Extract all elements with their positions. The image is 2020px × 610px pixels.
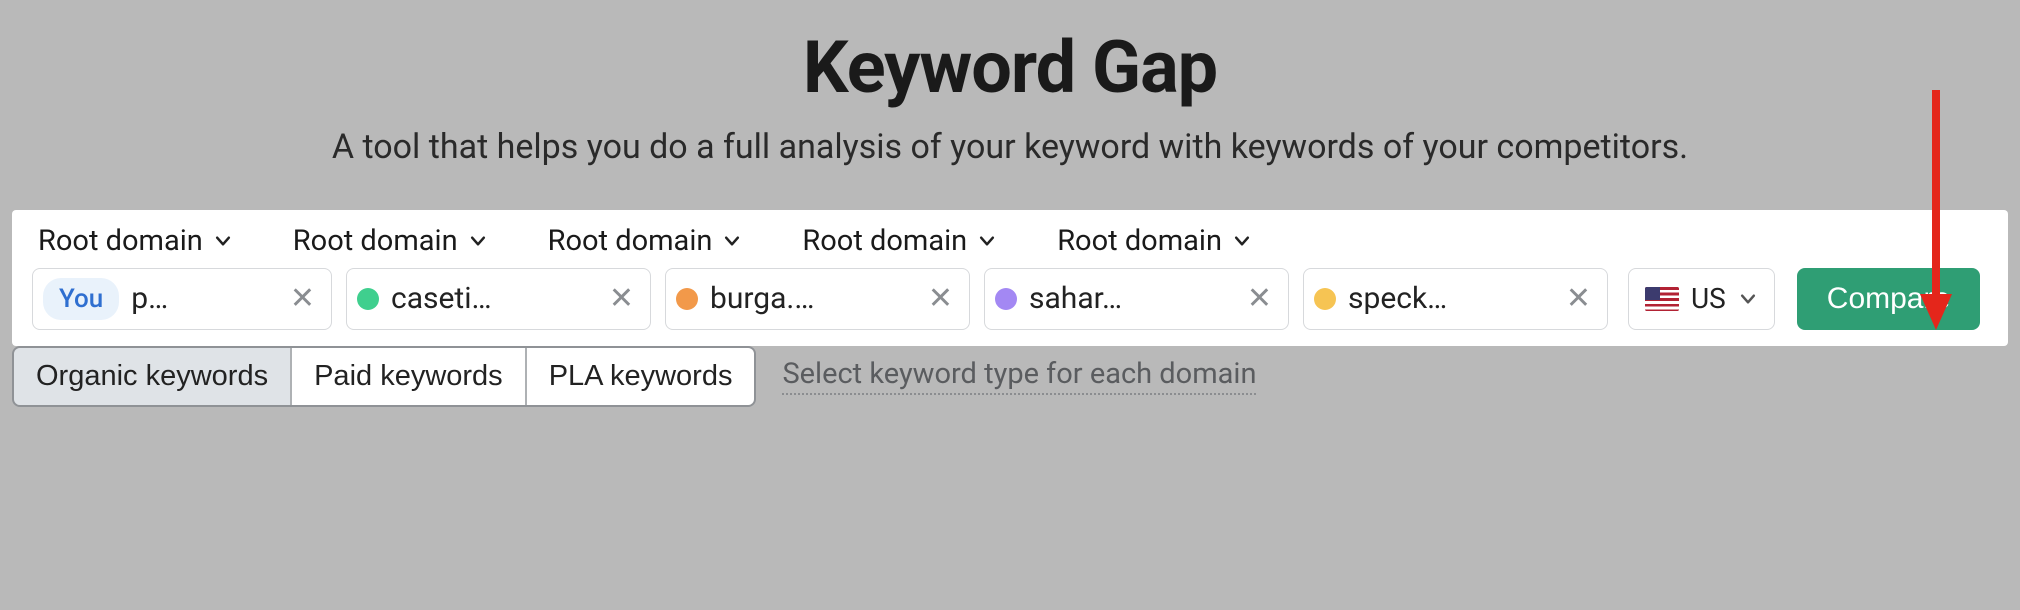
close-icon[interactable]: ✕ [1564,284,1593,314]
country-selector[interactable]: US [1628,268,1775,330]
scope-selector-3[interactable]: Root domain [802,224,997,258]
close-icon[interactable]: ✕ [926,284,955,314]
chevron-down-icon [722,231,742,251]
keyword-type-row: Organic keywords Paid keywords PLA keywo… [12,346,2008,407]
page-title: Keyword Gap [0,25,2020,110]
domain-text: p… [131,281,276,316]
domain-inputs-row: You p… ✕ caseti… ✕ burga.… ✕ sahar… ✕ sp… [32,268,1988,330]
input-panel: Root domain Root domain Root domain Root… [12,210,2008,346]
scope-label: Root domain [1057,224,1222,258]
chevron-down-icon [1738,289,1758,309]
color-dot-icon [357,288,379,310]
domain-chip-1[interactable]: caseti… ✕ [346,268,651,330]
domain-text: caseti… [391,281,595,316]
scope-label: Root domain [548,224,713,258]
close-icon[interactable]: ✕ [288,284,317,314]
chevron-down-icon [468,231,488,251]
tab-pla[interactable]: PLA keywords [525,348,755,405]
domain-chip-you[interactable]: You p… ✕ [32,268,332,330]
page-header: Keyword Gap A tool that helps you do a f… [0,0,2020,172]
page-subtitle: A tool that helps you do a full analysis… [0,124,2020,172]
domain-text: burga.… [710,281,914,316]
chevron-down-icon [1232,231,1252,251]
domain-text: speck… [1348,281,1552,316]
you-badge: You [43,278,119,320]
close-icon[interactable]: ✕ [1245,284,1274,314]
scope-row: Root domain Root domain Root domain Root… [32,224,1988,258]
close-icon[interactable]: ✕ [607,284,636,314]
us-flag-icon [1645,287,1679,311]
scope-selector-4[interactable]: Root domain [1057,224,1252,258]
tab-paid[interactable]: Paid keywords [290,348,525,405]
color-dot-icon [1314,288,1336,310]
chevron-down-icon [977,231,997,251]
domain-chip-2[interactable]: burga.… ✕ [665,268,970,330]
color-dot-icon [995,288,1017,310]
tab-organic[interactable]: Organic keywords [14,348,290,405]
scope-selector-0[interactable]: Root domain [38,224,233,258]
country-code: US [1691,282,1726,315]
scope-selector-1[interactable]: Root domain [293,224,488,258]
scope-selector-2[interactable]: Root domain [548,224,743,258]
keyword-type-tabs: Organic keywords Paid keywords PLA keywo… [12,346,756,407]
domain-chip-3[interactable]: sahar… ✕ [984,268,1289,330]
domain-chip-4[interactable]: speck… ✕ [1303,268,1608,330]
domain-text: sahar… [1029,281,1233,316]
scope-label: Root domain [293,224,458,258]
color-dot-icon [676,288,698,310]
scope-label: Root domain [38,224,203,258]
compare-button[interactable]: Compare [1797,268,1980,330]
scope-label: Root domain [802,224,967,258]
chevron-down-icon [213,231,233,251]
select-type-link[interactable]: Select keyword type for each domain [782,357,1256,395]
